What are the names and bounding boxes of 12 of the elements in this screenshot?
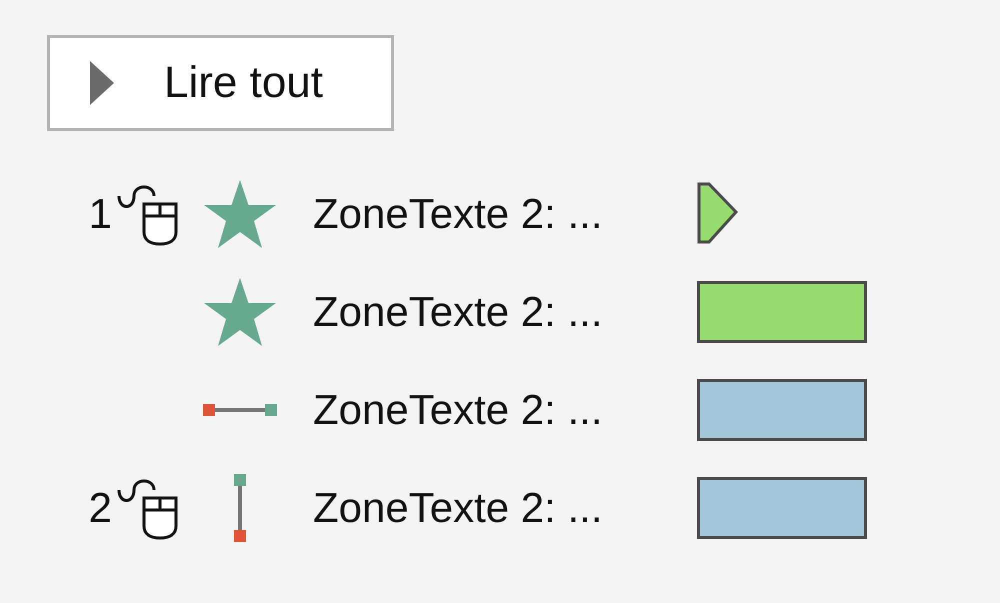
play-icon [90, 61, 114, 105]
animation-label[interactable]: ZoneTexte 2: ... [313, 288, 697, 336]
animation-label[interactable]: ZoneTexte 2: ... [313, 484, 697, 532]
play-all-button[interactable]: Lire tout [47, 35, 394, 131]
star-icon [204, 180, 276, 248]
star-icon [204, 278, 276, 346]
sequence-number: 2 [88, 484, 112, 532]
sequence-number: 1 [88, 190, 112, 238]
animation-label[interactable]: ZoneTexte 2: ... [313, 386, 697, 434]
motion-path-icon [233, 474, 247, 542]
animation-label[interactable]: ZoneTexte 2: ... [313, 190, 697, 238]
motion-path-icon [203, 403, 277, 417]
